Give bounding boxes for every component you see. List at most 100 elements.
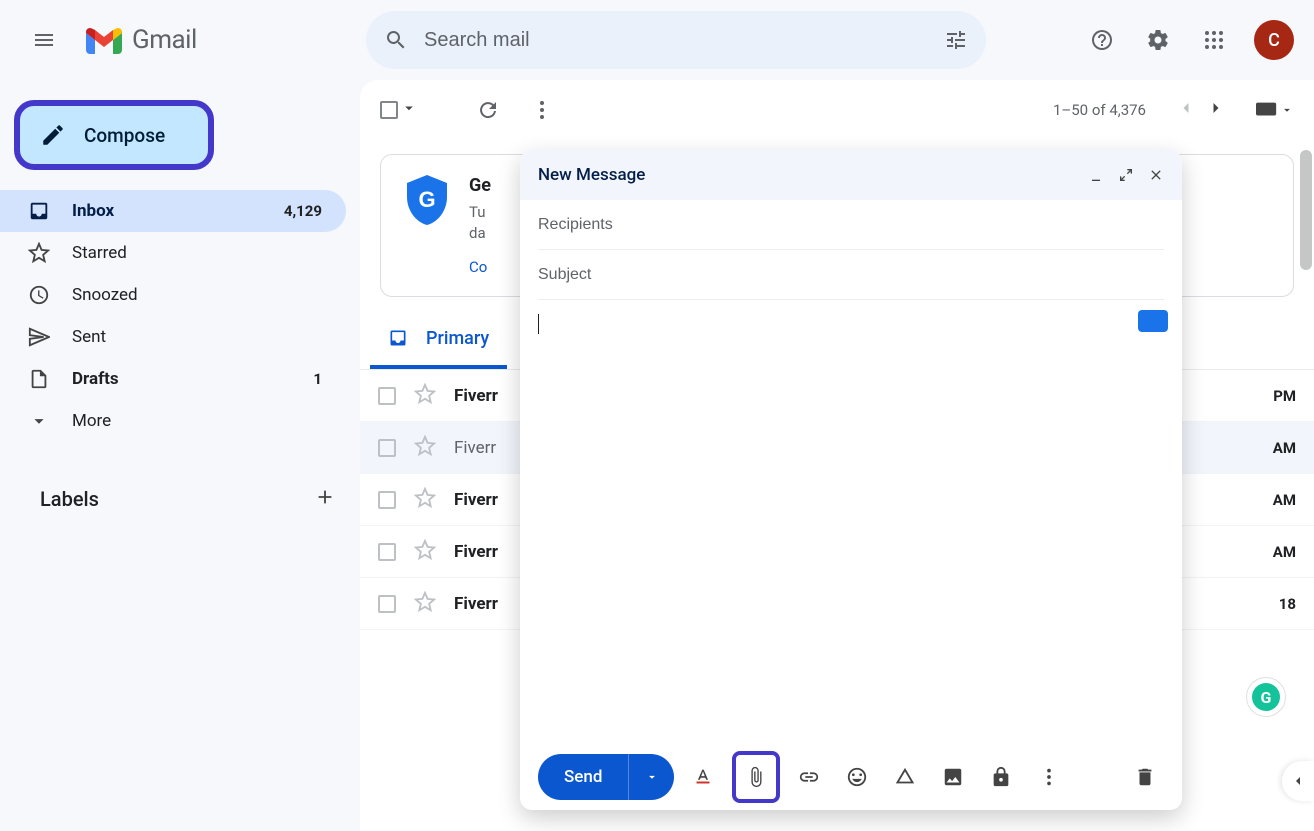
row-checkbox[interactable]	[378, 387, 396, 405]
row-checkbox[interactable]	[378, 543, 396, 561]
star-button[interactable]	[414, 435, 436, 461]
discard-draft-button[interactable]	[1126, 758, 1164, 796]
insert-photo-button[interactable]	[934, 758, 972, 796]
email-time: AM	[1273, 543, 1296, 561]
insert-emoji-button[interactable]	[838, 758, 876, 796]
labels-title: Labels	[40, 487, 99, 511]
sidebar-item-inbox[interactable]: Inbox 4,129	[0, 190, 346, 232]
keyboard-icon	[1256, 102, 1278, 118]
confidential-mode-button[interactable]	[982, 758, 1020, 796]
sidebar-item-starred[interactable]: Starred	[0, 232, 346, 274]
gear-icon	[1146, 28, 1170, 52]
compose-label: Compose	[84, 124, 165, 147]
email-time: PM	[1273, 387, 1296, 405]
trash-icon	[1134, 766, 1156, 788]
compose-header[interactable]: New Message	[520, 150, 1182, 200]
tune-icon[interactable]	[944, 28, 968, 52]
subject-field[interactable]	[538, 250, 1164, 300]
text-format-icon	[692, 766, 714, 788]
insert-link-button[interactable]	[790, 758, 828, 796]
sidebar-item-more[interactable]: More	[0, 400, 346, 442]
scrollbar[interactable]	[1298, 150, 1314, 550]
settings-button[interactable]	[1134, 16, 1182, 64]
extension-icon[interactable]	[1138, 310, 1168, 332]
google-apps-button[interactable]	[1190, 16, 1238, 64]
scrollbar-thumb[interactable]	[1300, 150, 1312, 270]
email-time: AM	[1273, 439, 1296, 457]
star-button[interactable]	[414, 487, 436, 513]
formatting-button[interactable]	[684, 758, 722, 796]
gmail-logo-area[interactable]: Gmail	[86, 25, 336, 55]
select-dropdown[interactable]	[400, 99, 418, 121]
select-all-checkbox[interactable]	[380, 99, 418, 121]
refresh-button[interactable]	[464, 86, 512, 134]
nav-label: Sent	[72, 327, 322, 347]
subject-input[interactable]	[538, 266, 1164, 284]
lock-clock-icon	[990, 766, 1012, 788]
more-options-button[interactable]	[1030, 758, 1068, 796]
grammarly-letter: G	[1252, 683, 1280, 711]
prev-page-button[interactable]	[1176, 98, 1196, 122]
svg-text:G: G	[418, 187, 435, 212]
star-button[interactable]	[414, 539, 436, 565]
input-tools-button[interactable]	[1256, 102, 1294, 118]
close-icon[interactable]	[1148, 167, 1164, 183]
row-checkbox[interactable]	[378, 595, 396, 613]
star-outline-icon	[414, 539, 436, 561]
send-button-group: Send	[538, 754, 674, 800]
search-bar[interactable]	[366, 11, 986, 69]
promo-link[interactable]: Co	[469, 258, 487, 276]
side-panel-toggle[interactable]	[1282, 761, 1314, 801]
nav-label: More	[72, 411, 322, 431]
more-vert-icon	[1038, 766, 1060, 788]
row-checkbox[interactable]	[378, 439, 396, 457]
support-button[interactable]	[1078, 16, 1126, 64]
more-options-button[interactable]	[518, 86, 566, 134]
grammarly-badge[interactable]: G	[1246, 677, 1286, 717]
sidebar-item-drafts[interactable]: Drafts 1	[0, 358, 346, 400]
compose-button[interactable]: Compose	[14, 100, 214, 170]
star-button[interactable]	[414, 591, 436, 617]
chevron-right-icon	[1206, 98, 1226, 118]
caret-down-icon	[1280, 103, 1294, 117]
attach-file-button[interactable]	[732, 751, 780, 803]
next-page-button[interactable]	[1206, 98, 1226, 122]
star-button[interactable]	[414, 383, 436, 409]
send-button[interactable]: Send	[538, 767, 628, 787]
recipients-field[interactable]	[538, 200, 1164, 250]
nav-label: Drafts	[72, 369, 291, 389]
gmail-logo-icon	[86, 26, 122, 54]
chevron-left-icon	[1290, 773, 1306, 789]
minimize-icon[interactable]	[1088, 167, 1104, 183]
send-options-button[interactable]	[628, 754, 674, 800]
hamburger-menu-button[interactable]	[20, 16, 68, 64]
labels-header: Labels	[0, 478, 360, 520]
fullscreen-icon[interactable]	[1118, 167, 1134, 183]
email-time: 18	[1279, 595, 1296, 613]
sidebar-item-sent[interactable]: Sent	[0, 316, 346, 358]
mail-toolbar: 1–50 of 4,376	[360, 80, 1314, 140]
compose-title: New Message	[538, 165, 645, 185]
star-outline-icon	[414, 487, 436, 509]
pencil-icon	[40, 122, 66, 148]
row-checkbox[interactable]	[378, 491, 396, 509]
send-icon	[28, 326, 50, 348]
add-label-button[interactable]	[314, 486, 336, 512]
help-icon	[1090, 28, 1114, 52]
star-outline-icon	[414, 383, 436, 405]
chevron-down-icon	[28, 410, 50, 432]
insert-drive-button[interactable]	[886, 758, 924, 796]
tab-primary[interactable]: Primary	[370, 311, 507, 369]
drive-icon	[894, 766, 916, 788]
promo-title: Ge	[469, 175, 491, 196]
inbox-icon	[388, 328, 408, 348]
sidebar-item-snoozed[interactable]: Snoozed	[0, 274, 346, 316]
inbox-icon	[28, 200, 50, 222]
caret-down-icon	[400, 99, 418, 117]
account-avatar[interactable]: C	[1254, 20, 1294, 60]
sidebar: Compose Inbox 4,129 Starred Snoozed Sent…	[0, 80, 360, 831]
compose-body[interactable]	[520, 300, 1182, 744]
recipients-input[interactable]	[538, 216, 1164, 234]
search-input[interactable]	[424, 29, 944, 52]
nav-label: Snoozed	[72, 285, 322, 305]
